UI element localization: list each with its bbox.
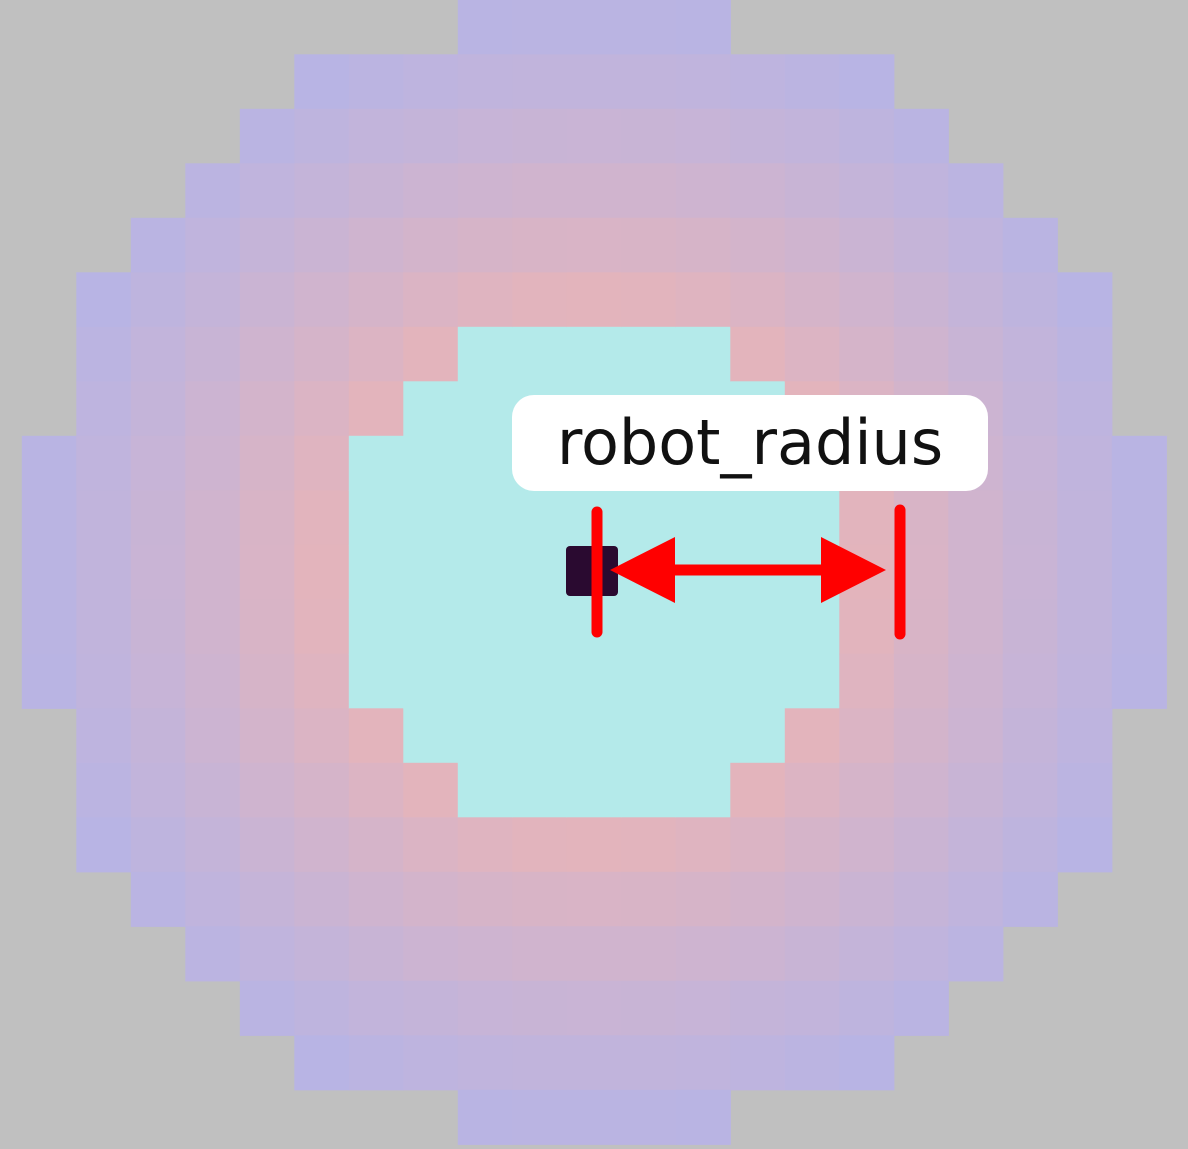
costmap-diagram: robot_radius (0, 0, 1188, 1149)
robot-radius-label: robot_radius (512, 395, 988, 491)
double-headed-arrow (610, 537, 886, 603)
arrow-head-right (821, 537, 886, 603)
arrow-head-left (610, 537, 675, 603)
robot-radius-label-text: robot_radius (556, 406, 944, 479)
annotation-layer (566, 504, 906, 640)
